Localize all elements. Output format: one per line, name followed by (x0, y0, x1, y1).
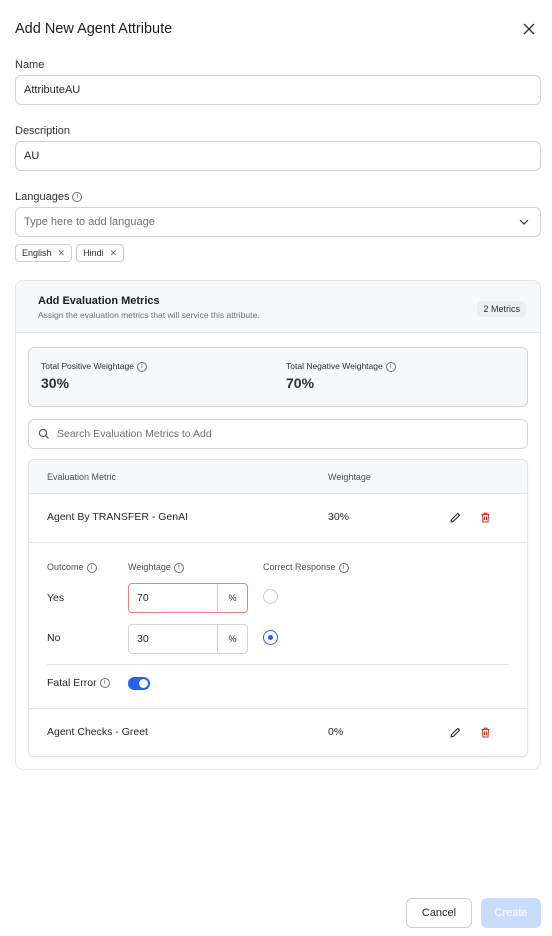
metrics-table: Evaluation Metric Weightage Agent By TRA… (28, 459, 528, 757)
languages-label-row: Languages i (15, 191, 83, 203)
correct-response-header: Correct Response (263, 562, 336, 572)
fatal-error-label: Fatal Error (47, 677, 97, 689)
metric-name: Agent By TRANSFER - GenAI (47, 511, 189, 523)
column-evaluation-metric: Evaluation Metric (47, 472, 117, 482)
total-positive-label: Total Positive Weightage (41, 361, 134, 371)
weightage-header-row: Weightage i (128, 562, 184, 573)
delete-icon[interactable] (479, 726, 492, 739)
column-weightage: Weightage (328, 472, 371, 482)
outcome-yes-weightage-input[interactable]: 70 % (128, 583, 248, 613)
info-icon[interactable]: i (72, 192, 83, 203)
language-chip-english: English ✕ (15, 244, 73, 262)
outcome-no-label: No (47, 632, 61, 644)
metric-outcome-detail: Outcome i Weightage i Correct Response i Ye… (29, 543, 527, 709)
info-icon[interactable]: i (86, 562, 97, 573)
total-negative-label-row: Total Negative Weightage i (286, 361, 396, 372)
language-select[interactable]: Type here to add language (15, 207, 541, 237)
info-icon[interactable]: i (338, 562, 349, 573)
info-icon[interactable]: i (136, 361, 147, 372)
outcome-no-correct-radio[interactable] (263, 630, 278, 645)
chip-label: Hindi (83, 248, 104, 258)
create-button[interactable]: Create (481, 898, 541, 928)
fatal-error-label-row: Fatal Error i (47, 677, 110, 689)
evaluation-metrics-panel: Add Evaluation Metrics Assign the evalua… (15, 280, 541, 770)
percent-unit: % (217, 625, 247, 653)
metric-weightage: 0% (328, 726, 344, 738)
fatal-error-toggle[interactable] (128, 677, 150, 690)
chip-remove-icon[interactable]: ✕ (110, 248, 118, 259)
chevron-down-icon[interactable] (518, 216, 530, 228)
info-icon[interactable]: i (99, 678, 110, 689)
search-icon (38, 428, 49, 439)
description-label: Description (15, 125, 71, 137)
total-positive-label-row: Total Positive Weightage i (41, 361, 147, 372)
percent-unit: % (217, 584, 247, 612)
chip-label: English (22, 248, 52, 258)
table-row[interactable]: Agent By TRANSFER - GenAI 30% (29, 494, 527, 543)
weightage-summary: Total Positive Weightage i 30% Total Nega… (28, 347, 528, 407)
outcome-no-weightage-input[interactable]: 30 % (128, 624, 248, 654)
close-icon[interactable] (520, 20, 538, 38)
metric-weightage: 30% (328, 511, 350, 523)
correct-response-header-row: Correct Response i (263, 562, 349, 573)
info-icon[interactable]: i (385, 361, 396, 372)
total-negative-label: Total Negative Weightage (286, 361, 383, 371)
total-positive-value: 30% (41, 375, 70, 391)
outcome-header-row: Outcome i (47, 562, 97, 573)
metrics-count-badge: 2 Metrics (477, 301, 526, 317)
outcome-yes-label: Yes (47, 592, 65, 604)
name-label: Name (15, 59, 45, 71)
search-placeholder: Search Evaluation Metrics to Add (57, 428, 212, 440)
input-value: 70 (137, 592, 149, 604)
edit-icon[interactable] (449, 511, 462, 524)
languages-label: Languages (15, 191, 70, 203)
name-input[interactable]: AttributeAU (15, 75, 541, 105)
delete-icon[interactable] (479, 511, 492, 524)
language-chips: English ✕ Hindi ✕ (15, 244, 125, 262)
input-value: 30 (137, 633, 149, 645)
metric-name: Agent Checks - Greet (47, 726, 148, 738)
dialog-header: Add New Agent Attribute (15, 18, 540, 40)
table-row[interactable]: Agent Checks - Greet 0% (29, 709, 527, 756)
total-negative-value: 70% (286, 375, 315, 391)
language-chip-hindi: Hindi ✕ (76, 244, 125, 262)
weightage-header: Weightage (128, 562, 171, 572)
panel-header: Add Evaluation Metrics Assign the evalua… (16, 281, 540, 333)
metrics-search-input[interactable]: Search Evaluation Metrics to Add (28, 419, 528, 449)
dialog-title: Add New Agent Attribute (15, 21, 173, 37)
info-icon[interactable]: i (173, 562, 184, 573)
chip-remove-icon[interactable]: ✕ (58, 248, 66, 259)
cancel-button[interactable]: Cancel (406, 898, 472, 928)
edit-icon[interactable] (449, 726, 462, 739)
divider (47, 664, 509, 665)
panel-title: Add Evaluation Metrics (38, 295, 160, 307)
table-header: Evaluation Metric Weightage (29, 460, 527, 494)
outcome-yes-correct-radio[interactable] (263, 589, 278, 604)
outcome-header: Outcome (47, 562, 84, 572)
description-input[interactable]: AU (15, 141, 541, 171)
language-select-placeholder: Type here to add language (24, 216, 155, 228)
panel-subtitle: Assign the evaluation metrics that will … (38, 310, 260, 320)
